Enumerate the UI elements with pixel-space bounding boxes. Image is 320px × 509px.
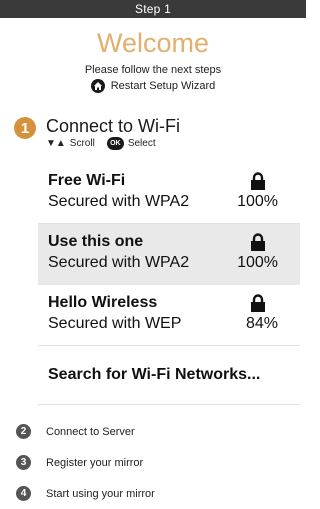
step-number-badge: 3 <box>16 455 31 470</box>
ok-badge-icon: OK <box>106 137 124 150</box>
lock-icon <box>250 172 266 195</box>
upcoming-step: 2 Connect to Server <box>16 416 155 447</box>
upcoming-step: 3 Register your mirror <box>16 447 155 478</box>
step-number-badge: 4 <box>16 486 31 501</box>
instructions-text: Please follow the next steps <box>84 64 222 76</box>
step-header-bar: Step 1 <box>0 0 306 18</box>
network-security: Secured with WPA2 <box>48 193 190 210</box>
search-networks-button[interactable]: Search for Wi-Fi Networks... <box>38 346 300 405</box>
network-security: Secured with WEP <box>48 315 182 332</box>
welcome-title: Welcome <box>96 28 210 58</box>
network-signal: 100% <box>237 254 278 271</box>
network-item-hello-wireless[interactable]: Hello Wireless Secured with WEP 84% <box>38 285 300 346</box>
home-icon <box>90 79 105 93</box>
upcoming-step-label: Register your mirror <box>46 456 144 469</box>
upcoming-steps: 2 Connect to Server 3 Register your mirr… <box>16 416 155 509</box>
current-step-title: Connect to Wi-Fi <box>46 116 181 136</box>
restart-label: Restart Setup Wizard <box>110 80 216 92</box>
network-security: Secured with WPA2 <box>48 254 190 271</box>
network-signal: 84% <box>245 315 278 332</box>
network-item-free-wifi[interactable]: Free Wi-Fi Secured with WPA2 100% <box>38 163 300 224</box>
upcoming-step: 4 Start using your mirror <box>16 478 155 509</box>
upcoming-step-label: Connect to Server <box>46 425 135 438</box>
network-item-use-this-one[interactable]: Use this one Secured with WPA2 100% <box>38 224 300 285</box>
step-number-badge: 1 <box>14 117 36 139</box>
scroll-hint-label: Scroll <box>69 138 95 149</box>
lock-icon <box>250 233 266 256</box>
scroll-arrows-icon: ▼▲ <box>46 138 66 149</box>
step-title: Step 1 <box>135 2 171 16</box>
wifi-network-list: Free Wi-Fi Secured with WPA2 100% Use th… <box>38 163 300 405</box>
network-signal: 100% <box>237 193 278 210</box>
restart-setup-wizard-button[interactable]: Restart Setup Wizard <box>0 79 306 93</box>
step-number-badge: 2 <box>16 424 31 439</box>
current-step: 1 Connect to Wi-Fi ▼▲ Scroll OK Select <box>14 115 306 150</box>
select-hint-label: Select <box>127 138 156 149</box>
network-name: Free Wi-Fi <box>48 172 126 189</box>
network-name: Use this one <box>48 233 144 250</box>
lock-icon <box>250 294 266 317</box>
network-name: Hello Wireless <box>48 294 158 311</box>
controls-hint: ▼▲ Scroll OK Select <box>46 137 180 150</box>
search-networks-label: Search for Wi-Fi Networks... <box>48 366 261 383</box>
upcoming-step-label: Start using your mirror <box>46 487 155 500</box>
